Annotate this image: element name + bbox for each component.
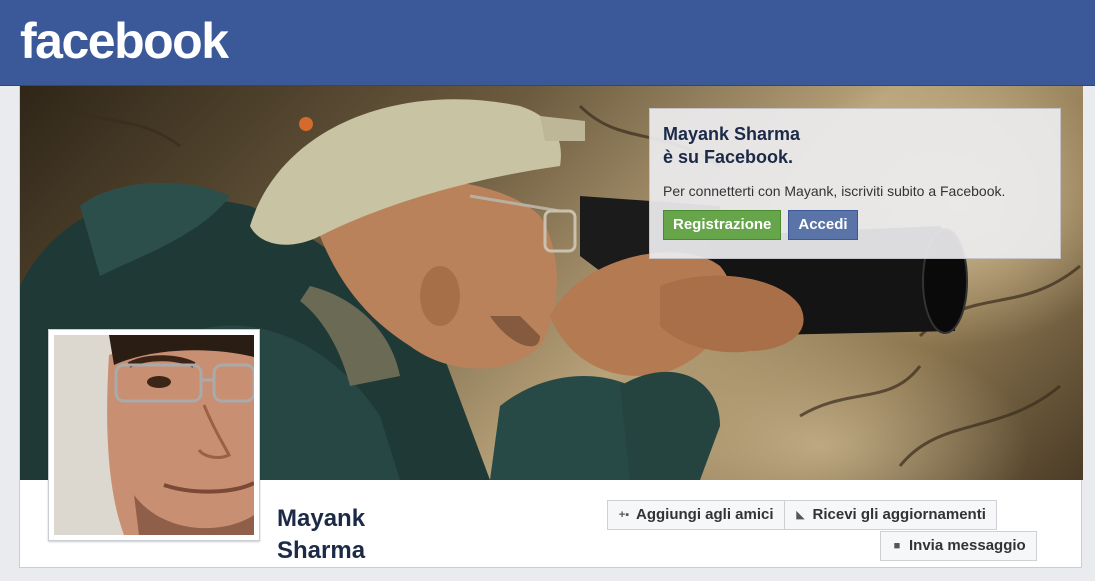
facebook-logo[interactable]: facebook <box>20 12 229 70</box>
profile-name: Mayank Sharma <box>277 503 365 567</box>
login-button[interactable]: Accedi <box>788 210 858 240</box>
profile-picture[interactable] <box>48 329 260 541</box>
add-friend-button[interactable]: +▪ Aggiungi agli amici <box>607 500 785 530</box>
follow-label: Ricevi gli aggiornamenti <box>812 506 986 523</box>
add-friend-label: Aggiungi agli amici <box>636 506 774 523</box>
add-friend-icon: +▪ <box>618 509 630 521</box>
signup-title-suffix: è su Facebook. <box>663 147 794 167</box>
register-button[interactable]: Registrazione <box>663 210 782 240</box>
speech-bubble-icon: ■ <box>893 540 901 552</box>
profile-timeline: Mayank Sharma è su Facebook. Per connett… <box>19 86 1083 568</box>
rss-icon: ◣ <box>796 509 805 521</box>
profile-first-name: Mayank <box>277 505 366 532</box>
profile-last-name: Sharma <box>277 537 366 564</box>
signup-buttons: Registrazione Accedi <box>663 210 1047 240</box>
signup-title-name: Mayank Sharma <box>663 124 801 144</box>
top-bar: facebook <box>0 0 1095 86</box>
follow-button[interactable]: ◣ Ricevi gli aggiornamenti <box>784 500 997 530</box>
profile-actions: +▪ Aggiungi agli amici ◣ Ricevi gli aggi… <box>607 500 997 530</box>
signup-prompt-box: Mayank Sharma è su Facebook. Per connett… <box>649 108 1061 259</box>
signup-prompt-text: Per connetterti con Mayank, iscriviti su… <box>663 183 1006 199</box>
signup-title: Mayank Sharma è su Facebook. <box>663 123 1047 169</box>
profile-picture-image <box>54 335 254 535</box>
send-message-button[interactable]: ■ Invia messaggio <box>880 531 1037 561</box>
send-message-label: Invia messaggio <box>909 537 1026 554</box>
